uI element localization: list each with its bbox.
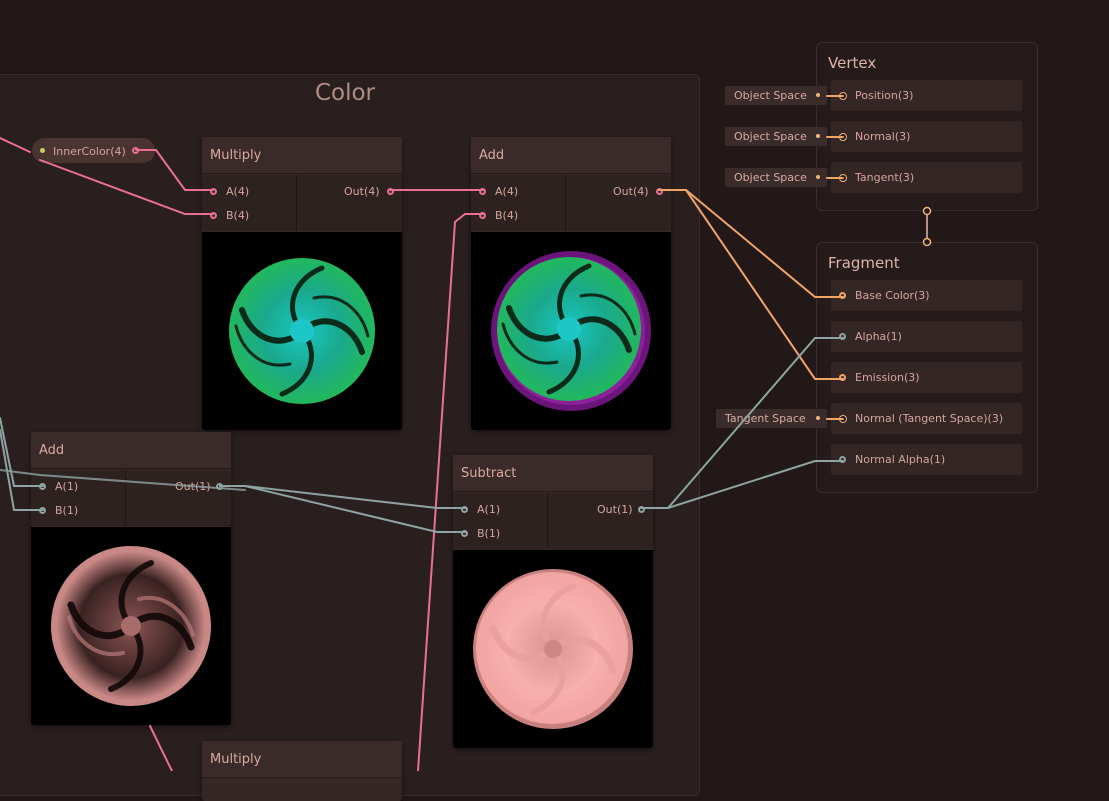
- node-title: Add: [471, 137, 671, 174]
- output-label: Out(4): [613, 185, 649, 198]
- output-label: Out(1): [597, 503, 633, 516]
- node-preview: [202, 232, 402, 430]
- slot-label: Normal(3): [855, 130, 911, 143]
- input-label-b: B(1): [55, 504, 79, 517]
- property-exposed-icon: [40, 148, 45, 153]
- slot-port[interactable]: [839, 92, 847, 100]
- node-title: Add: [31, 432, 231, 469]
- input-port-a[interactable]: [210, 188, 217, 195]
- tag-dot: [816, 416, 820, 420]
- preview-swirl-green-purple: [491, 251, 651, 411]
- input-label-b: B(1): [477, 527, 501, 540]
- node-subtract[interactable]: Subtract A(1) B(1) Out(1): [453, 455, 653, 748]
- node-title: Subtract: [453, 455, 653, 492]
- node-ports: A(1) B(1) Out(1): [453, 493, 653, 549]
- slot-port[interactable]: [839, 333, 846, 340]
- node-title: Multiply: [202, 741, 402, 778]
- tag-dot: [816, 93, 820, 97]
- input-port-b[interactable]: [39, 507, 46, 514]
- fragment-slot-normal-tangent[interactable]: Normal (Tangent Space)(3): [831, 403, 1022, 434]
- property-output-port[interactable]: [132, 147, 139, 154]
- slot-port[interactable]: [839, 456, 846, 463]
- tag-label: Object Space: [734, 130, 807, 143]
- node-preview: [471, 232, 671, 430]
- node-multiply-top[interactable]: Multiply A(4) B(4) Out(4): [202, 137, 402, 430]
- property-label: InnerColor(4): [53, 145, 126, 158]
- input-port-b[interactable]: [210, 212, 217, 219]
- node-ports: A(1) B(1) Out(1): [31, 470, 231, 526]
- output-port[interactable]: [638, 506, 645, 513]
- slot-port[interactable]: [839, 374, 846, 381]
- output-label: Out(4): [344, 185, 380, 198]
- node-ports: A(4) B(4) Out(4): [202, 175, 402, 231]
- space-tag-position[interactable]: Object Space: [725, 86, 827, 105]
- slot-label: Emission(3): [855, 371, 920, 384]
- slot-port[interactable]: [839, 133, 847, 141]
- output-port[interactable]: [216, 483, 223, 490]
- preview-swirl-light-pink: [473, 569, 633, 729]
- tag-label: Object Space: [734, 89, 807, 102]
- slot-label: Normal Alpha(1): [855, 453, 946, 466]
- node-multiply-bottom[interactable]: Multiply: [202, 741, 402, 801]
- fragment-slot-base-color[interactable]: Base Color(3): [831, 280, 1022, 311]
- slot-label: Normal (Tangent Space)(3): [855, 412, 1004, 425]
- input-label-b: B(4): [495, 209, 519, 222]
- input-port-a[interactable]: [461, 506, 468, 513]
- tag-dot: [816, 175, 820, 179]
- input-port-b[interactable]: [461, 530, 468, 537]
- node-add-left[interactable]: Add A(1) B(1) Out(1): [31, 432, 231, 725]
- node-ports: A(4) B(4) Out(4): [471, 175, 671, 231]
- input-label-b: B(4): [226, 209, 250, 222]
- slot-label: Base Color(3): [855, 289, 930, 302]
- input-label-a: A(4): [495, 185, 519, 198]
- tag-label: Object Space: [734, 171, 807, 184]
- input-label-a: A(4): [226, 185, 250, 198]
- input-label-a: A(1): [55, 480, 79, 493]
- node-preview: [31, 527, 231, 725]
- input-port-a[interactable]: [39, 483, 46, 490]
- fragment-slot-normal-alpha[interactable]: Normal Alpha(1): [831, 444, 1022, 475]
- slot-port[interactable]: [839, 174, 847, 182]
- slot-label: Alpha(1): [855, 330, 902, 343]
- port-divider: [547, 493, 548, 549]
- tag-label: Tangent Space: [725, 412, 806, 425]
- fragment-title: Fragment: [828, 254, 900, 272]
- property-node-innercolor[interactable]: InnerColor(4): [32, 138, 155, 163]
- node-add-top[interactable]: Add A(4) B(4) Out(4): [471, 137, 671, 430]
- preview-swirl-green: [229, 258, 375, 404]
- output-label: Out(1): [175, 480, 211, 493]
- preview-swirl-dark-pink: [51, 546, 211, 706]
- port-divider: [565, 175, 566, 231]
- slot-port[interactable]: [839, 415, 847, 423]
- input-port-b[interactable]: [479, 212, 486, 219]
- slot-label: Position(3): [855, 89, 914, 102]
- output-port[interactable]: [656, 188, 663, 195]
- fragment-block[interactable]: Fragment Base Color(3) Alpha(1) Emission…: [816, 242, 1038, 493]
- space-tag-normal[interactable]: Object Space: [725, 127, 827, 146]
- input-label-a: A(1): [477, 503, 501, 516]
- space-tag-tangent[interactable]: Object Space: [725, 168, 827, 187]
- vertex-slot-tangent[interactable]: Tangent(3): [831, 162, 1022, 193]
- port-divider: [296, 175, 297, 231]
- vertex-slot-position[interactable]: Position(3): [831, 80, 1022, 111]
- input-port-a[interactable]: [479, 188, 486, 195]
- tag-dot: [816, 134, 820, 138]
- node-title: Multiply: [202, 137, 402, 174]
- vertex-title: Vertex: [828, 54, 877, 72]
- space-tag-normal-tangent[interactable]: Tangent Space: [716, 409, 827, 428]
- slot-port[interactable]: [839, 292, 846, 299]
- fragment-slot-emission[interactable]: Emission(3): [831, 362, 1022, 393]
- vertex-block[interactable]: Vertex Position(3) Normal(3) Tangent(3): [816, 42, 1038, 211]
- vertex-slot-normal[interactable]: Normal(3): [831, 121, 1022, 152]
- fragment-slot-alpha[interactable]: Alpha(1): [831, 321, 1022, 352]
- output-port[interactable]: [387, 188, 394, 195]
- slot-label: Tangent(3): [855, 171, 915, 184]
- port-divider: [125, 470, 126, 526]
- node-preview: [453, 550, 653, 748]
- group-title: Color: [314, 80, 376, 106]
